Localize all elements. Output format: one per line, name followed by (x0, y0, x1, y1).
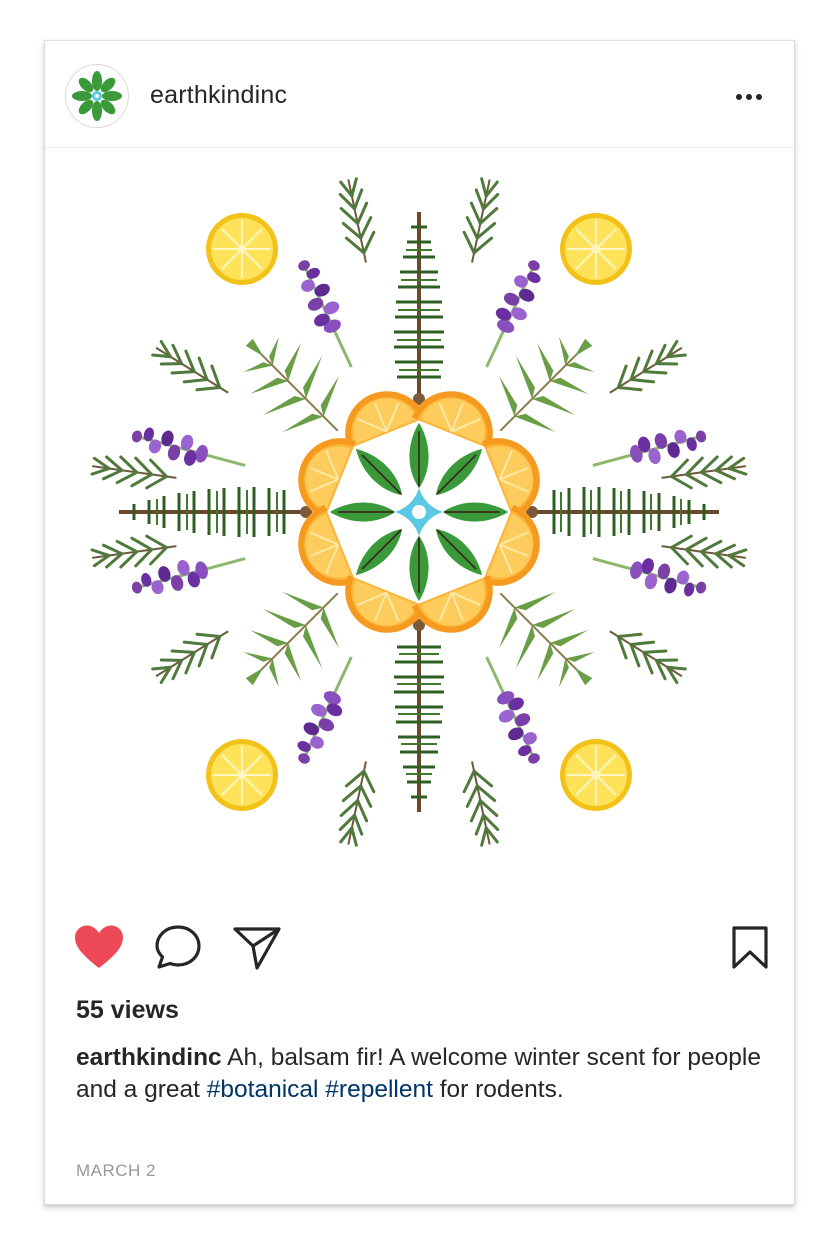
comment-icon[interactable] (154, 924, 202, 970)
paper-plane-icon[interactable] (232, 925, 282, 971)
post-date[interactable]: MARCH 2 (76, 1161, 156, 1181)
hashtag-repellent[interactable]: #repellent (325, 1076, 433, 1103)
more-horizontal-icon[interactable] (734, 87, 764, 107)
post-caption: earthkindinc Ah, balsam fir! A welcome w… (76, 1042, 766, 1106)
caption-username[interactable]: earthkindinc (76, 1044, 222, 1071)
post-image[interactable] (45, 148, 794, 923)
post-header: earthkindinc (45, 41, 794, 148)
caption-text: for rodents. (432, 1076, 564, 1103)
view-count[interactable]: 55 views (76, 996, 179, 1025)
hashtag-botanical[interactable]: #botanical (207, 1076, 319, 1103)
heart-filled-icon[interactable] (73, 924, 125, 970)
earthkind-logo-icon (72, 71, 122, 121)
avatar[interactable] (65, 64, 129, 128)
bookmark-icon[interactable] (731, 925, 769, 971)
post-card: earthkindinc 55 views earthkindinc Ah, b… (44, 40, 795, 1205)
post-username[interactable]: earthkindinc (150, 81, 287, 110)
